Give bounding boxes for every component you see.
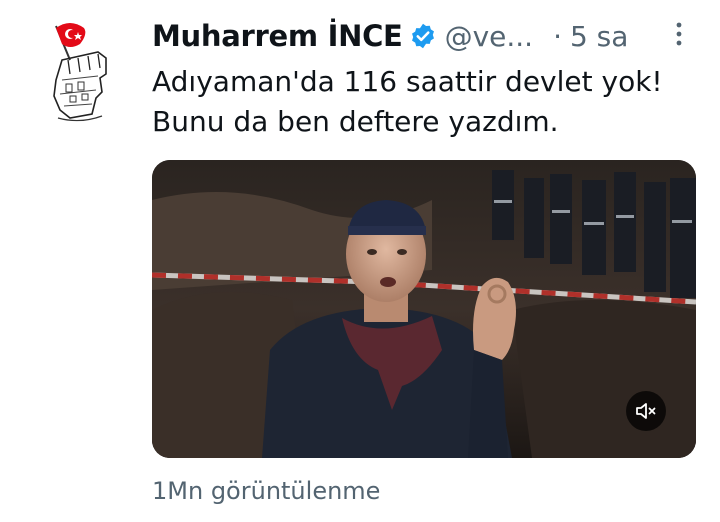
tweet-text-line: Adıyaman'da 116 saattir devlet yok!: [152, 65, 663, 98]
tweet-text-line: Bunu da ben deftere yazdım.: [152, 105, 559, 138]
author-handle[interactable]: @ve...: [445, 20, 534, 53]
author-name[interactable]: Muharrem İNCE: [152, 19, 403, 53]
header-separator: ·: [553, 19, 562, 53]
profile-avatar[interactable]: [40, 14, 130, 130]
more-options-icon[interactable]: [670, 20, 688, 48]
tweet-card[interactable]: Muharrem İNCE @ve... · 5 sa Adıyaman'da …: [0, 0, 720, 522]
tweet-text: Adıyaman'da 116 saattir devlet yok! Bunu…: [152, 62, 702, 142]
video-player[interactable]: [152, 160, 696, 458]
tweet-header: Muharrem İNCE @ve... · 5 sa: [152, 14, 697, 58]
verified-badge-icon: [409, 22, 437, 50]
mute-button[interactable]: [626, 391, 666, 431]
muted-speaker-icon: [636, 403, 656, 419]
tweet-timestamp[interactable]: 5 sa: [570, 20, 628, 53]
video-frame: [152, 160, 696, 458]
view-count[interactable]: 1Mn görüntülenme: [152, 477, 380, 505]
